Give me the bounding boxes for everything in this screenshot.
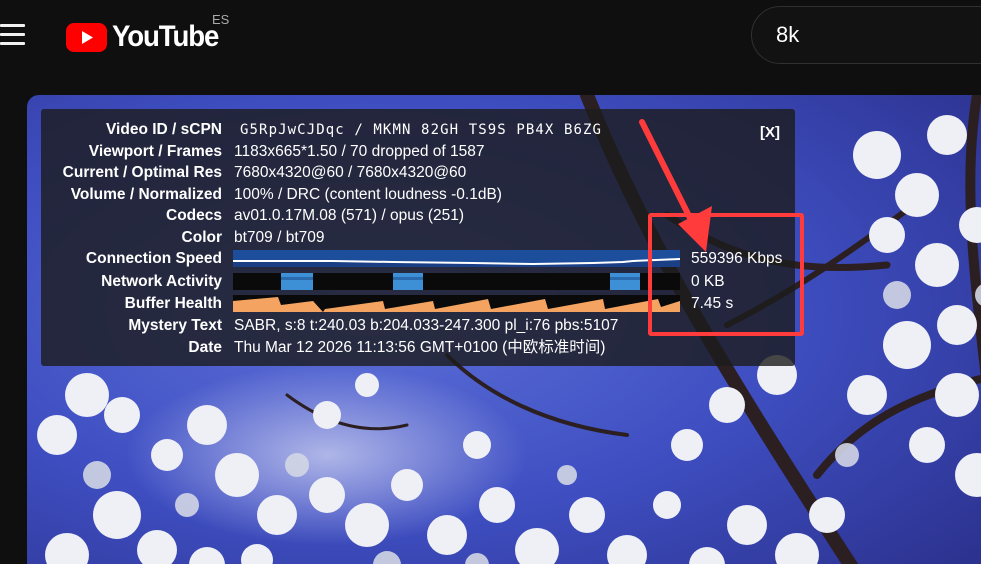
stats-row-connection-speed: Connection Speed 559396 Kbps bbox=[41, 248, 795, 270]
stats-label: Connection Speed bbox=[85, 250, 222, 267]
network-activity-value: 0 KB bbox=[691, 272, 725, 290]
stats-row-network-activity: Network Activity 0 KB bbox=[41, 271, 795, 293]
search-box[interactable] bbox=[751, 6, 981, 64]
stats-row-buffer-health: Buffer Health 7.45 s bbox=[41, 293, 795, 315]
stats-row-viewport: Viewport / Frames 1183x665*1.50 / 70 dro… bbox=[41, 141, 795, 163]
stats-label: Color bbox=[181, 228, 222, 246]
stats-value: 100% / DRC (content loudness -0.1dB) bbox=[234, 185, 502, 203]
top-bar: YouTube ES bbox=[0, 0, 981, 72]
country-code: ES bbox=[212, 12, 230, 27]
stats-row-resolution: Current / Optimal Res 7680x4320@60 / 768… bbox=[41, 162, 795, 184]
menu-line bbox=[0, 42, 25, 45]
hamburger-menu-icon[interactable] bbox=[0, 22, 28, 48]
stats-value: 1183x665*1.50 / 70 dropped of 1587 bbox=[234, 142, 485, 160]
stats-label: Current / Optimal Res bbox=[62, 164, 222, 181]
youtube-play-icon bbox=[66, 22, 107, 52]
stats-value: av01.0.17M.08 (571) / opus (251) bbox=[234, 207, 465, 224]
search-input[interactable] bbox=[776, 22, 976, 48]
stats-label: Date bbox=[188, 338, 222, 356]
stats-label: Video ID / sCPN bbox=[106, 121, 222, 138]
menu-line bbox=[0, 24, 25, 27]
stats-row-video-id: Video ID / sCPN G5RpJwCJDqc / MKMN 82GH … bbox=[41, 119, 795, 141]
stats-row-codecs: Codecs av01.0.17M.08 (571) / opus (251) bbox=[41, 205, 795, 227]
connection-speed-value: 559396 Kbps bbox=[691, 250, 783, 267]
stats-label: Volume / Normalized bbox=[70, 185, 222, 203]
buffer-health-value: 7.45 s bbox=[691, 295, 734, 312]
stats-value: bt709 / bt709 bbox=[234, 228, 325, 246]
buffer-health-graph bbox=[233, 295, 680, 312]
connection-speed-graph bbox=[233, 250, 680, 267]
stats-row-volume: Volume / Normalized 100% / DRC (content … bbox=[41, 184, 795, 206]
stats-row-color: Color bt709 / bt709 bbox=[41, 227, 795, 249]
youtube-logo[interactable]: YouTube bbox=[66, 20, 227, 54]
stats-label: Network Activity bbox=[101, 272, 222, 290]
menu-line bbox=[0, 33, 25, 36]
stats-label: Viewport / Frames bbox=[88, 142, 222, 160]
stats-for-nerds-panel: [X] Video ID / sCPN G5RpJwCJDqc / MKMN 8… bbox=[41, 109, 795, 366]
stats-row-date: Date Thu Mar 12 2026 11:13:56 GMT+0100 (… bbox=[41, 337, 795, 359]
network-activity-graph bbox=[233, 272, 680, 290]
stats-label: Codecs bbox=[166, 207, 222, 224]
stats-label: Buffer Health bbox=[124, 295, 222, 312]
stats-value: 7680x4320@60 / 7680x4320@60 bbox=[234, 164, 467, 181]
logo-text: YouTube bbox=[112, 20, 219, 53]
stats-value: SABR, s:8 t:240.03 b:204.033-247.300 pl_… bbox=[234, 317, 619, 334]
stats-value: Thu Mar 12 2026 11:13:56 GMT+0100 (中欧标准时… bbox=[234, 338, 606, 356]
stats-row-mystery-text: Mystery Text SABR, s:8 t:240.03 b:204.03… bbox=[41, 315, 795, 337]
stats-label: Mystery Text bbox=[128, 317, 222, 334]
stats-value: G5RpJwCJDqc / MKMN 82GH TS9S PB4X B6ZG bbox=[240, 122, 603, 138]
